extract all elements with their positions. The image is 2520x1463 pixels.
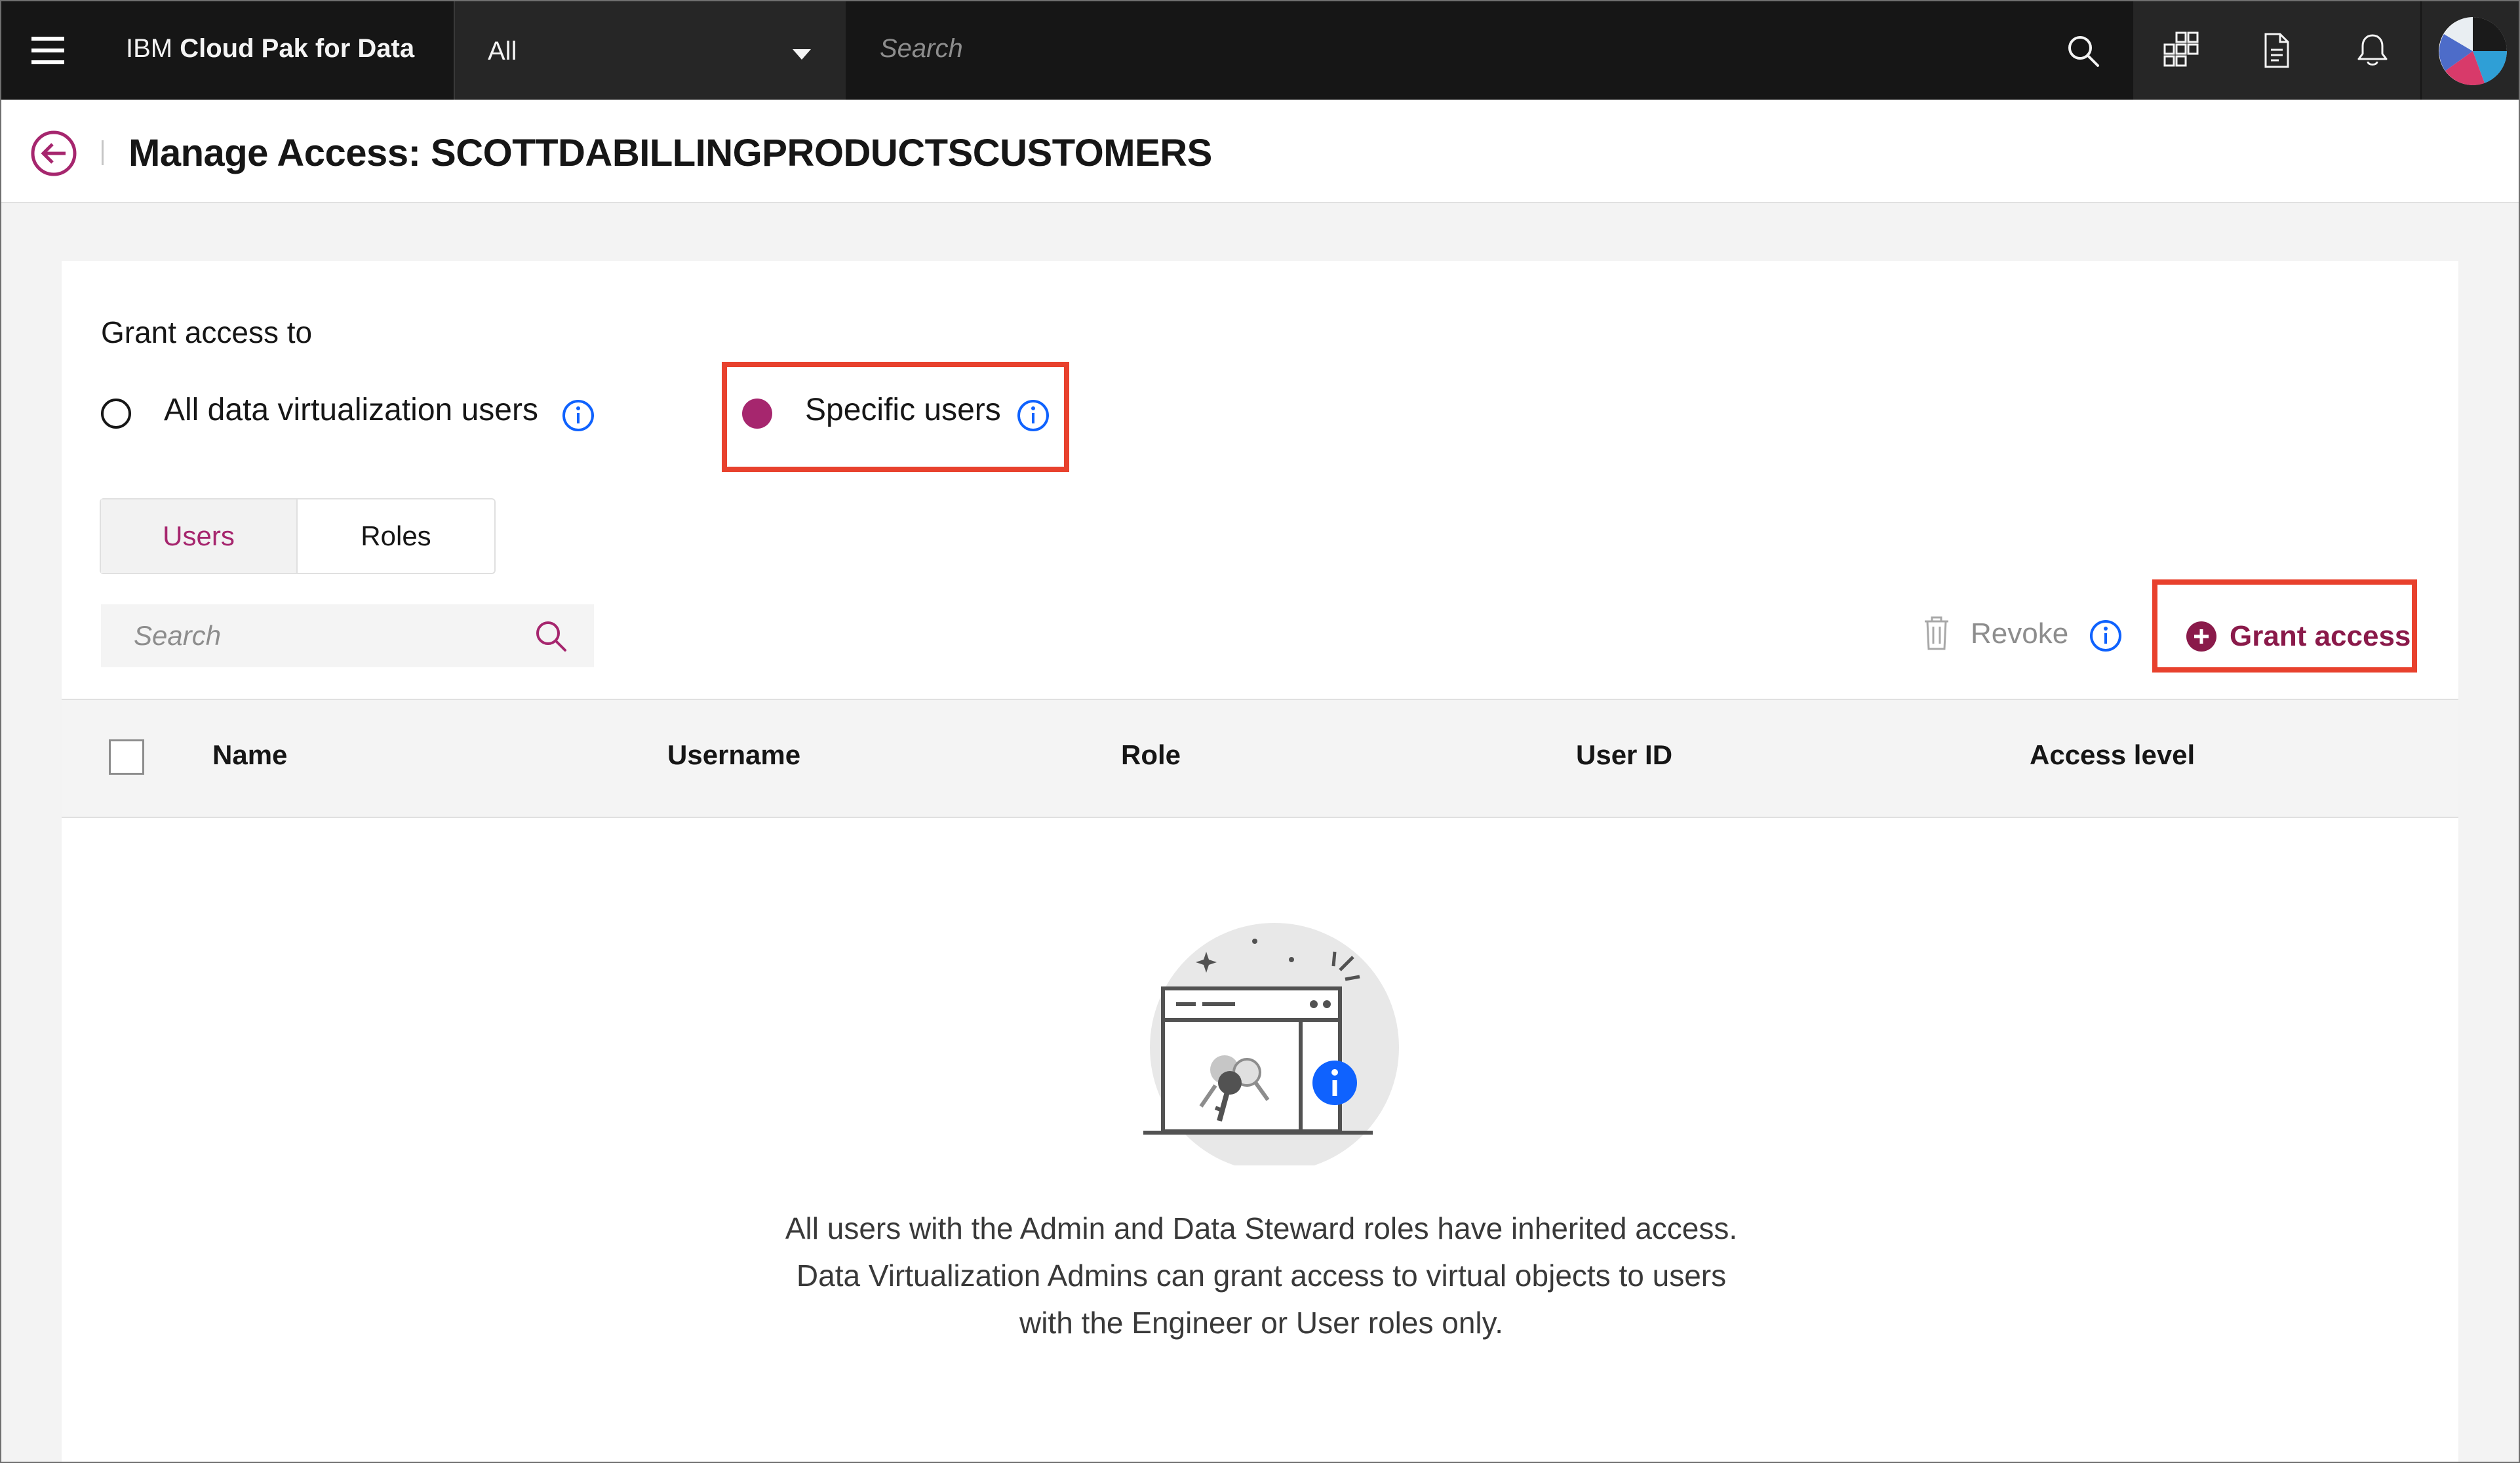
trash-icon bbox=[1925, 616, 1948, 650]
info-icon[interactable] bbox=[561, 399, 595, 433]
tab-users[interactable]: Users bbox=[101, 499, 298, 573]
column-access-level[interactable]: Access level bbox=[2030, 739, 2195, 771]
table-header: Name Username Role User ID Access level bbox=[62, 699, 2458, 818]
caret-down-icon bbox=[793, 49, 811, 60]
documents-button[interactable] bbox=[2229, 1, 2325, 100]
top-navigation-bar: IBM Cloud Pak for Data All Search bbox=[1, 1, 2519, 100]
column-username[interactable]: Username bbox=[667, 739, 800, 771]
column-role[interactable]: Role bbox=[1121, 739, 1181, 771]
header-actions bbox=[2133, 1, 2519, 100]
brand-name: Cloud Pak for Data bbox=[180, 34, 415, 63]
global-search-input[interactable]: Search bbox=[880, 34, 963, 64]
table-search-input[interactable]: Search bbox=[134, 620, 221, 652]
select-all-checkbox[interactable] bbox=[109, 739, 144, 775]
page-title: Manage Access: SCOTTDABILLINGPRODUCTSCUS… bbox=[128, 132, 1212, 174]
product-name[interactable]: IBM Cloud Pak for Data bbox=[126, 34, 414, 64]
user-avatar[interactable] bbox=[2439, 17, 2507, 85]
document-icon bbox=[2264, 33, 2289, 68]
grant-access-label: Grant access to bbox=[101, 315, 313, 349]
search-icon[interactable] bbox=[2065, 33, 2102, 69]
avatar-icon bbox=[2439, 17, 2507, 85]
notification-icon bbox=[2357, 34, 2388, 66]
search-icon[interactable] bbox=[531, 616, 570, 655]
divider bbox=[102, 140, 104, 165]
apps-button[interactable] bbox=[2133, 1, 2229, 100]
menu-icon[interactable] bbox=[1, 1, 100, 100]
radio-specific-users[interactable] bbox=[742, 399, 772, 429]
column-name[interactable]: Name bbox=[212, 739, 287, 771]
divider bbox=[2420, 1, 2422, 100]
tab-roles[interactable]: Roles bbox=[298, 499, 494, 573]
users-roles-switcher: Users Roles bbox=[100, 498, 496, 574]
column-user-id[interactable]: User ID bbox=[1576, 739, 1672, 771]
radio-all-users-label[interactable]: All data virtualization users bbox=[164, 392, 538, 428]
table-search[interactable]: Search bbox=[101, 604, 594, 667]
scope-dropdown[interactable]: All bbox=[455, 1, 846, 100]
add-icon bbox=[2186, 621, 2216, 652]
back-arrow-icon[interactable] bbox=[30, 130, 77, 177]
notifications-button[interactable] bbox=[2325, 1, 2420, 100]
app-window: IBM Cloud Pak for Data All Search Manage… bbox=[0, 0, 2520, 1463]
revoke-label: Revoke bbox=[1971, 617, 2069, 650]
radio-all-users[interactable] bbox=[101, 399, 131, 429]
grant-access-button[interactable]: Grant access bbox=[2171, 612, 2420, 665]
scope-selected-value: All bbox=[488, 37, 517, 66]
brand-prefix: IBM bbox=[126, 34, 180, 63]
grant-access-label: Grant access bbox=[2230, 620, 2411, 652]
empty-state-message: All users with the Admin and Data Stewar… bbox=[785, 1211, 1738, 1340]
manage-access-panel: Grant access to All data virtualization … bbox=[62, 261, 2458, 1462]
info-icon[interactable] bbox=[1016, 399, 1050, 433]
apps-icon bbox=[2163, 31, 2199, 67]
empty-state-illustration bbox=[1143, 923, 1399, 1165]
global-search[interactable]: Search bbox=[846, 1, 2133, 100]
page-header: Manage Access: SCOTTDABILLINGPRODUCTSCUS… bbox=[1, 100, 2519, 203]
radio-specific-users-label[interactable]: Specific users bbox=[805, 392, 1001, 428]
info-icon[interactable] bbox=[2089, 619, 2123, 653]
